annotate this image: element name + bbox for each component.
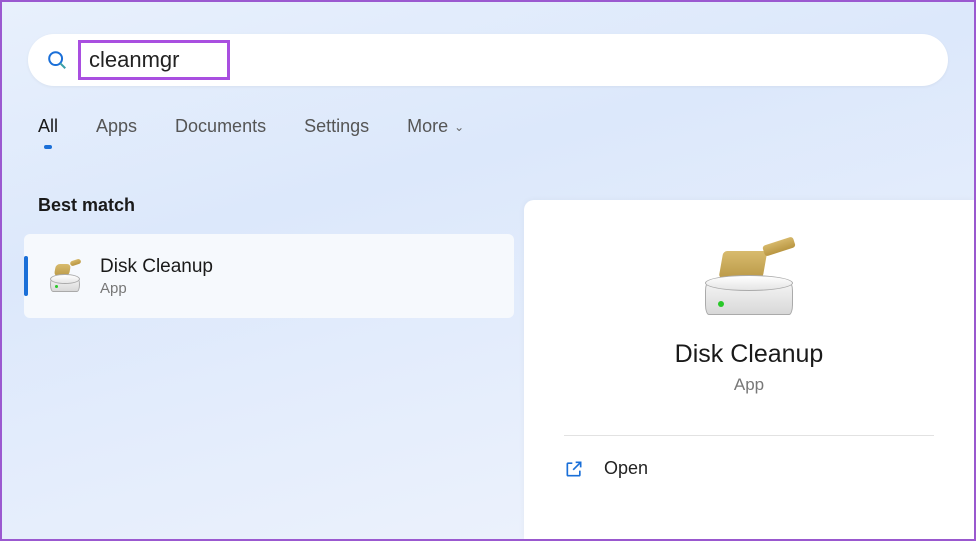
divider: [564, 435, 934, 436]
detail-subtitle: App: [734, 375, 764, 395]
search-icon: [46, 49, 68, 71]
disk-cleanup-icon: [48, 259, 82, 293]
disk-cleanup-icon: [699, 238, 799, 318]
open-action[interactable]: Open: [564, 454, 934, 483]
chevron-down-icon: ⌄: [454, 120, 464, 134]
search-bar-container: cleanmgr: [28, 34, 948, 86]
result-title: Disk Cleanup: [100, 256, 213, 278]
search-result-disk-cleanup[interactable]: Disk Cleanup App: [24, 234, 514, 318]
tab-documents[interactable]: Documents: [175, 116, 266, 137]
open-external-icon: [564, 459, 584, 479]
tab-settings[interactable]: Settings: [304, 116, 369, 137]
tab-more[interactable]: More ⌄: [407, 116, 464, 137]
tab-all[interactable]: All: [38, 116, 58, 137]
result-text: Disk Cleanup App: [100, 256, 213, 297]
tab-more-label: More: [407, 116, 448, 137]
detail-title: Disk Cleanup: [675, 340, 824, 369]
search-input[interactable]: cleanmgr: [78, 40, 230, 80]
result-subtitle: App: [100, 280, 213, 297]
tab-apps[interactable]: Apps: [96, 116, 137, 137]
detail-panel: Disk Cleanup App Open: [524, 200, 974, 539]
filter-tabs: All Apps Documents Settings More ⌄: [38, 116, 974, 137]
open-label: Open: [604, 458, 648, 479]
selection-accent: [24, 256, 28, 296]
detail-actions: Open: [564, 454, 934, 483]
search-bar[interactable]: cleanmgr: [28, 34, 948, 86]
